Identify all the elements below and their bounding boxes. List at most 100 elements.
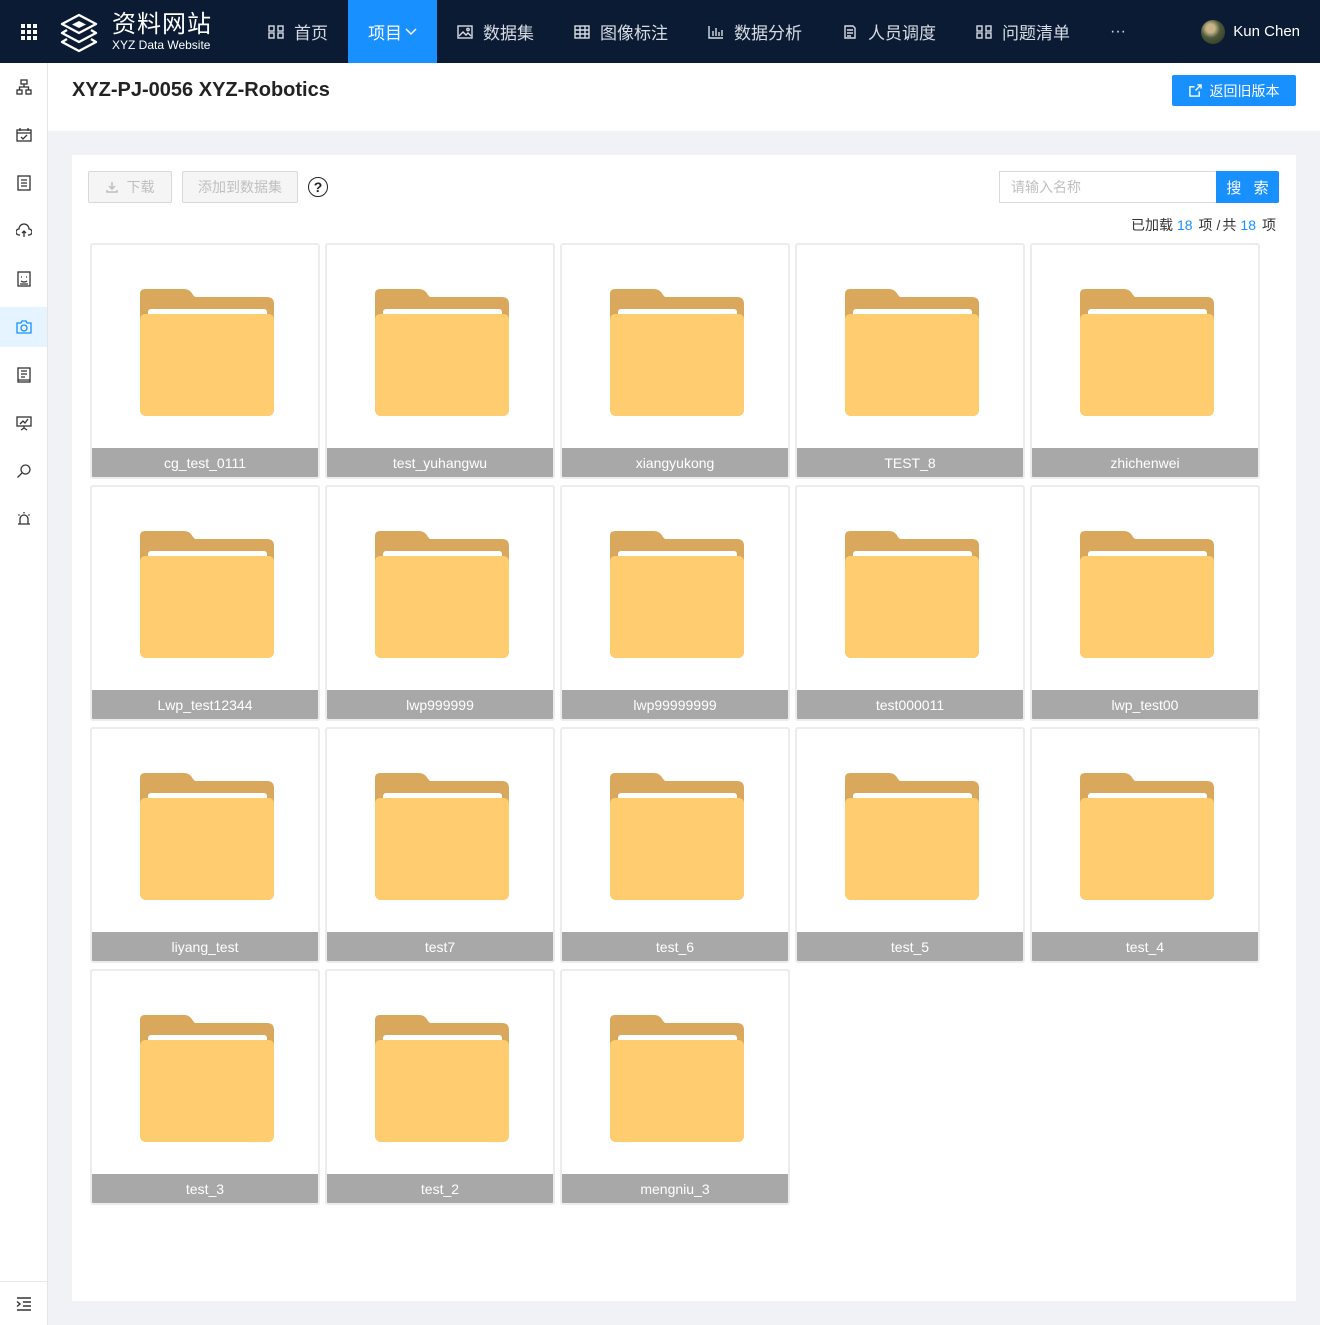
- folder-name: liyang_test: [92, 932, 318, 961]
- sidebar-item-alarm[interactable]: [0, 499, 47, 539]
- folder-name: test_2: [327, 1174, 553, 1203]
- add-to-dataset-button[interactable]: 添加到数据集: [182, 171, 298, 203]
- notes-icon: [16, 367, 31, 383]
- sidebar-item-report[interactable]: [0, 403, 47, 443]
- brand-title: 资料网站: [112, 10, 212, 38]
- folder-name: lwp_test00: [1032, 690, 1258, 719]
- total-label: 共: [1222, 217, 1237, 233]
- folder-card[interactable]: liyang_test: [90, 727, 320, 963]
- folder-name: test000011: [797, 690, 1023, 719]
- search-input[interactable]: [999, 171, 1217, 203]
- sidebar-item-upload[interactable]: [0, 211, 47, 251]
- sidebar-item-structure[interactable]: [0, 67, 47, 107]
- bar-chart-icon: [708, 25, 723, 39]
- nav-staffing[interactable]: 人员调度: [822, 0, 956, 63]
- folder-card[interactable]: test_5: [795, 727, 1025, 963]
- folder-card[interactable]: lwp999999: [325, 485, 555, 721]
- folder-name: mengniu_3: [562, 1174, 788, 1203]
- folder-name: cg_test_0111: [92, 448, 318, 477]
- user-name: Kun Chen: [1233, 23, 1300, 40]
- nav-more[interactable]: ···: [1090, 0, 1146, 63]
- nav-home[interactable]: 首页: [248, 0, 348, 63]
- folder-icon: [140, 289, 274, 416]
- folder-name: test_4: [1032, 932, 1258, 961]
- search-button[interactable]: 搜 索: [1216, 171, 1279, 203]
- brand-subtitle: XYZ Data Website: [112, 38, 211, 52]
- nav-annotation-label: 图像标注: [600, 24, 668, 43]
- folder-name: test_yuhangwu: [327, 448, 553, 477]
- folder-card[interactable]: lwp_test00: [1030, 485, 1260, 721]
- monitor-face-icon: [16, 271, 31, 287]
- download-button[interactable]: 下载: [88, 171, 172, 203]
- sidebar-item-list[interactable]: [0, 163, 47, 203]
- folder-card[interactable]: test_4: [1030, 727, 1260, 963]
- nav-projects-label: 项目: [368, 24, 402, 43]
- list-icon: [16, 175, 31, 191]
- grid-icon: [268, 24, 284, 39]
- sidebar-item-schedule[interactable]: [0, 115, 47, 155]
- help-icon[interactable]: ?: [308, 177, 328, 197]
- calendar-check-icon: [15, 128, 32, 142]
- folder-name: lwp99999999: [562, 690, 788, 719]
- sidebar-item-camera[interactable]: [0, 307, 47, 347]
- folder-browser: 下载 添加到数据集 ? 搜 索 已加载 18 项 / 共 18 项 cg_tes…: [72, 155, 1296, 1301]
- document-icon: [844, 24, 856, 39]
- folder-card[interactable]: test_2: [325, 969, 555, 1205]
- folder-icon: [375, 1015, 509, 1142]
- search-icon: [16, 464, 31, 478]
- sidebar-item-search[interactable]: [0, 451, 47, 491]
- total-unit: 项: [1262, 217, 1276, 233]
- page-title: XYZ-PJ-0056 XYZ-Robotics: [72, 79, 330, 101]
- nav-issues[interactable]: 问题清单: [956, 0, 1090, 63]
- nav-annotation[interactable]: 图像标注: [554, 0, 688, 63]
- top-navbar: 资料网站 XYZ Data Website 首页 项目 数据集 图像标注 数据分…: [0, 0, 1320, 63]
- user-menu[interactable]: Kun Chen: [1201, 0, 1300, 63]
- folder-name: TEST_8: [797, 448, 1023, 477]
- item-count: 已加载 18 项 / 共 18 项: [1131, 215, 1276, 235]
- folder-name: test7: [327, 932, 553, 961]
- nav-analysis[interactable]: 数据分析: [688, 0, 822, 63]
- folder-icon: [610, 289, 744, 416]
- nav-datasets[interactable]: 数据集: [437, 0, 554, 63]
- folder-icon: [845, 289, 979, 416]
- folder-card[interactable]: test_3: [90, 969, 320, 1205]
- folder-card[interactable]: test7: [325, 727, 555, 963]
- folder-card[interactable]: zhichenwei: [1030, 243, 1260, 479]
- loaded-count: 18: [1176, 217, 1193, 233]
- alarm-icon: [17, 512, 30, 525]
- nav-projects[interactable]: 项目: [348, 0, 437, 63]
- sidebar-item-monitor[interactable]: [0, 259, 47, 299]
- main-nav: 首页 项目 数据集 图像标注 数据分析 人员调度 问题清单 ···: [248, 0, 1146, 63]
- folder-icon: [140, 531, 274, 658]
- folder-icon: [375, 773, 509, 900]
- folder-name: test_5: [797, 932, 1023, 961]
- folder-icon: [375, 531, 509, 658]
- camera-icon: [15, 320, 32, 334]
- presentation-chart-icon: [15, 416, 32, 431]
- folder-name: test_3: [92, 1174, 318, 1203]
- folder-card[interactable]: Lwp_test12344: [90, 485, 320, 721]
- folder-card[interactable]: TEST_8: [795, 243, 1025, 479]
- folder-name: xiangyukong: [562, 448, 788, 477]
- folder-name: test_6: [562, 932, 788, 961]
- total-count: 18: [1240, 217, 1256, 233]
- folder-icon: [140, 1015, 274, 1142]
- folder-card[interactable]: test_yuhangwu: [325, 243, 555, 479]
- nav-datasets-label: 数据集: [483, 24, 534, 43]
- brand[interactable]: 资料网站 XYZ Data Website: [58, 0, 238, 63]
- folder-card[interactable]: xiangyukong: [560, 243, 790, 479]
- apps-grid-icon[interactable]: [0, 0, 58, 63]
- folder-card[interactable]: lwp99999999: [560, 485, 790, 721]
- sidebar-item-notes[interactable]: [0, 355, 47, 395]
- folder-card[interactable]: test000011: [795, 485, 1025, 721]
- folder-icon: [140, 773, 274, 900]
- back-to-legacy-button[interactable]: 返回旧版本: [1172, 75, 1296, 106]
- nav-staffing-label: 人员调度: [868, 24, 936, 43]
- folder-icon: [610, 1015, 744, 1142]
- folder-icon: [845, 531, 979, 658]
- folder-card[interactable]: test_6: [560, 727, 790, 963]
- sidebar-collapse-button[interactable]: [0, 1281, 47, 1325]
- folder-card[interactable]: cg_test_0111: [90, 243, 320, 479]
- folder-name: Lwp_test12344: [92, 690, 318, 719]
- folder-card[interactable]: mengniu_3: [560, 969, 790, 1205]
